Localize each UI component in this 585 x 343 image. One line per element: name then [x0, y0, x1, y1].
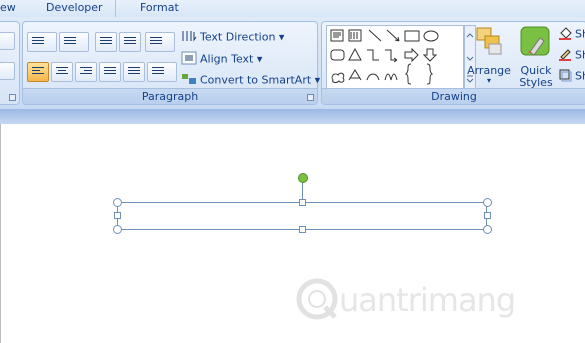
tab-divider [115, 0, 116, 17]
increase-indent-icon [124, 37, 136, 47]
shape-effects-label: Sh [575, 69, 585, 83]
paragraph-group-label: Paragraph [23, 88, 317, 104]
ribbon: Text Direction ▾ Align Text ▾ Convert to… [0, 17, 585, 109]
tab-format[interactable]: Format [140, 1, 179, 14]
font-button-partial[interactable] [0, 32, 15, 50]
align-left-button[interactable] [27, 62, 49, 82]
pen-icon [558, 47, 572, 64]
line-spacing-icon [150, 37, 162, 47]
decrease-indent-icon [100, 37, 112, 47]
resize-handle-bottom-right[interactable] [483, 225, 492, 234]
tab-developer[interactable]: Developer [46, 1, 103, 14]
font-button-partial-2[interactable] [0, 62, 15, 80]
arrange-button[interactable]: Arrange ▾ [467, 24, 511, 88]
convert-smartart-label: Convert to SmartArt [200, 73, 312, 87]
convert-smartart-command[interactable]: Convert to SmartArt ▾ [181, 72, 320, 89]
align-text-command[interactable]: Align Text ▾ [181, 51, 262, 68]
paint-bucket-icon [558, 26, 572, 43]
numbering-button[interactable] [59, 32, 89, 52]
shape-fill-command[interactable]: Sh [558, 26, 585, 43]
align-text-label: Align Text [200, 52, 254, 66]
shapes-gallery-icons [330, 29, 439, 85]
decrease-indent-button[interactable] [95, 32, 117, 52]
justify-icon [104, 67, 116, 77]
font-dialog-launcher[interactable] [9, 94, 16, 101]
resize-handle-top-left[interactable] [113, 198, 122, 207]
columns-button[interactable] [147, 62, 177, 82]
shapes-gallery[interactable] [326, 25, 464, 89]
distributed-icon [128, 67, 140, 77]
columns-icon [152, 67, 164, 77]
align-left-icon [32, 67, 44, 77]
rotation-handle[interactable] [298, 173, 308, 183]
justify-button[interactable] [99, 62, 121, 82]
text-direction-label: Text Direction [200, 30, 276, 44]
resize-handle-right[interactable] [484, 212, 491, 219]
align-right-icon [80, 67, 92, 77]
resize-handle-bottom[interactable] [299, 226, 306, 233]
resize-handle-left[interactable] [114, 212, 121, 219]
align-right-button[interactable] [75, 62, 97, 82]
tab-view[interactable]: ew [0, 1, 16, 14]
shape-fill-label: Sh [575, 27, 585, 41]
shape-outline-command[interactable]: Sh [558, 47, 585, 64]
smartart-icon [181, 72, 197, 89]
watermark-logo-icon [296, 278, 338, 320]
drawing-group-label: Drawing [322, 88, 585, 104]
text-direction-command[interactable]: Text Direction ▾ [181, 29, 284, 46]
resize-handle-top-right[interactable] [483, 198, 492, 207]
resize-handle-top[interactable] [299, 199, 306, 206]
shape-effects-icon [558, 68, 572, 85]
center-button[interactable] [51, 62, 73, 82]
slide-pane-border [0, 109, 585, 124]
bullets-button[interactable] [27, 32, 57, 52]
distributed-button[interactable] [123, 62, 145, 82]
align-text-icon [181, 51, 197, 68]
line-spacing-button[interactable] [145, 32, 175, 52]
bullets-icon [32, 37, 44, 47]
align-center-icon [56, 67, 68, 77]
paragraph-dialog-launcher[interactable] [307, 94, 314, 101]
quick-styles-icon [520, 26, 550, 56]
watermark: uantrimang [295, 275, 535, 325]
increase-indent-button[interactable] [119, 32, 141, 52]
shape-effects-command[interactable]: Sh [558, 68, 585, 85]
shape-outline-label: Sh [575, 48, 585, 62]
arrange-dropdown-icon: ▾ [486, 76, 491, 85]
text-direction-icon [181, 29, 197, 46]
font-group-partial [0, 21, 20, 105]
paragraph-group: Text Direction ▾ Align Text ▾ Convert to… [22, 21, 320, 105]
quick-styles-button[interactable]: Quick Styles [514, 24, 558, 89]
numbering-icon [64, 37, 76, 47]
arrange-icon [476, 27, 502, 55]
ribbon-tab-bar: ew Developer Format [0, 0, 585, 18]
resize-handle-bottom-left[interactable] [113, 225, 122, 234]
drawing-group: Arrange ▾ Quick Styles Sh Sh Sh [321, 21, 585, 105]
watermark-text: uantrimang [339, 281, 516, 319]
